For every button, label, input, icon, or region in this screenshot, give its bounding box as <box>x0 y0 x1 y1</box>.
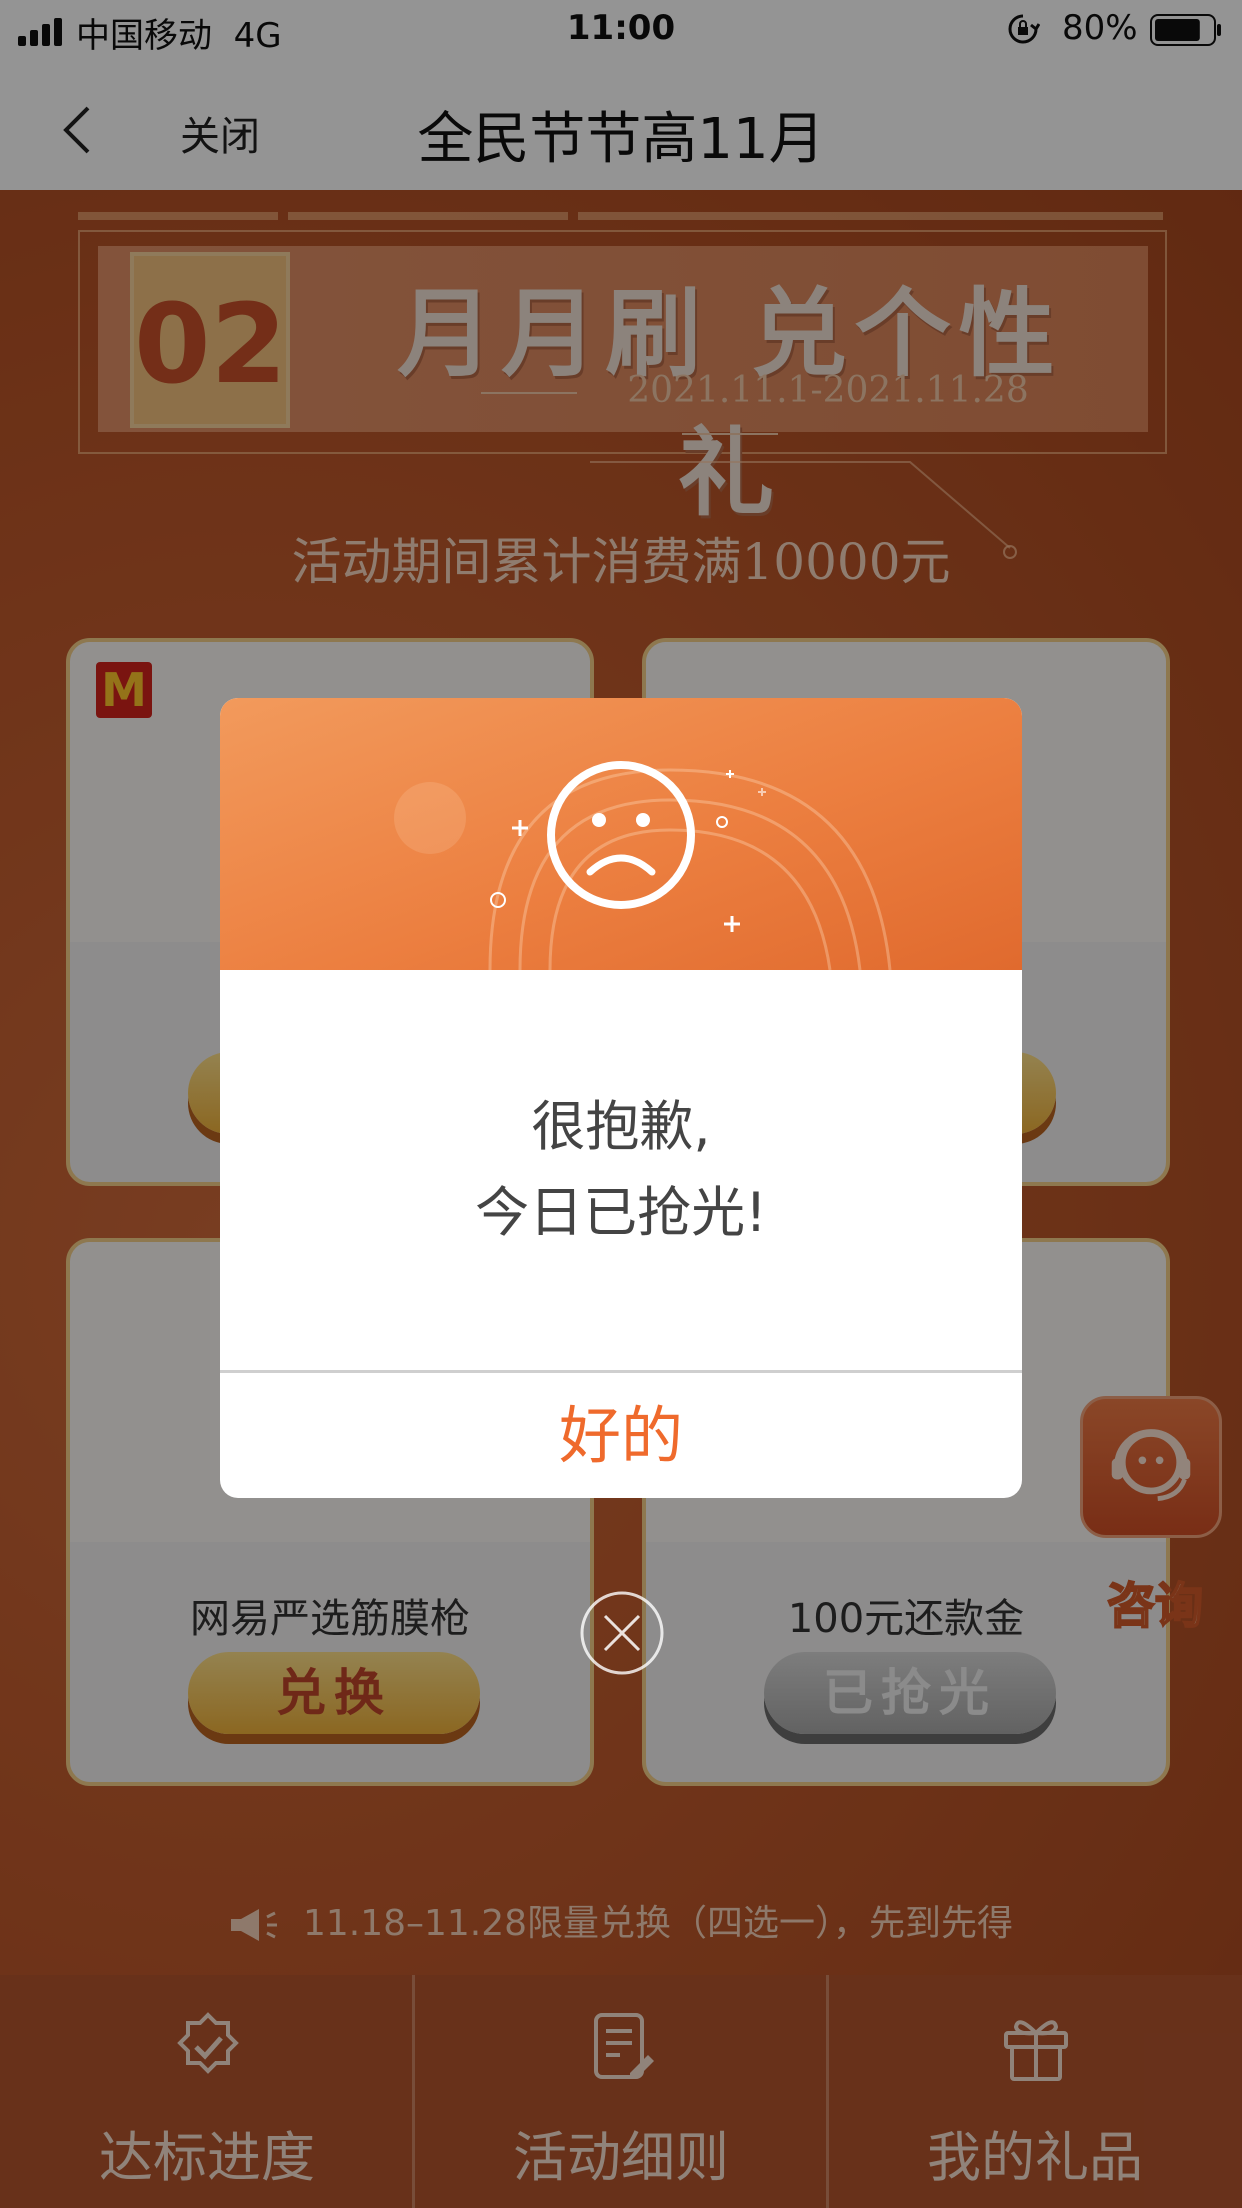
close-circle-icon[interactable] <box>579 1590 665 1676</box>
dialog-ok-button[interactable]: 好的 <box>220 1373 1022 1498</box>
sold-out-dialog: 很抱歉, 今日已抢光! 好的 <box>220 698 1022 1498</box>
dialog-message-line2: 今日已抢光! <box>475 1181 767 1244</box>
dialog-header <box>220 698 1022 970</box>
dialog-message-line1: 很抱歉, <box>531 1095 711 1158</box>
sad-face-icon <box>547 761 695 909</box>
